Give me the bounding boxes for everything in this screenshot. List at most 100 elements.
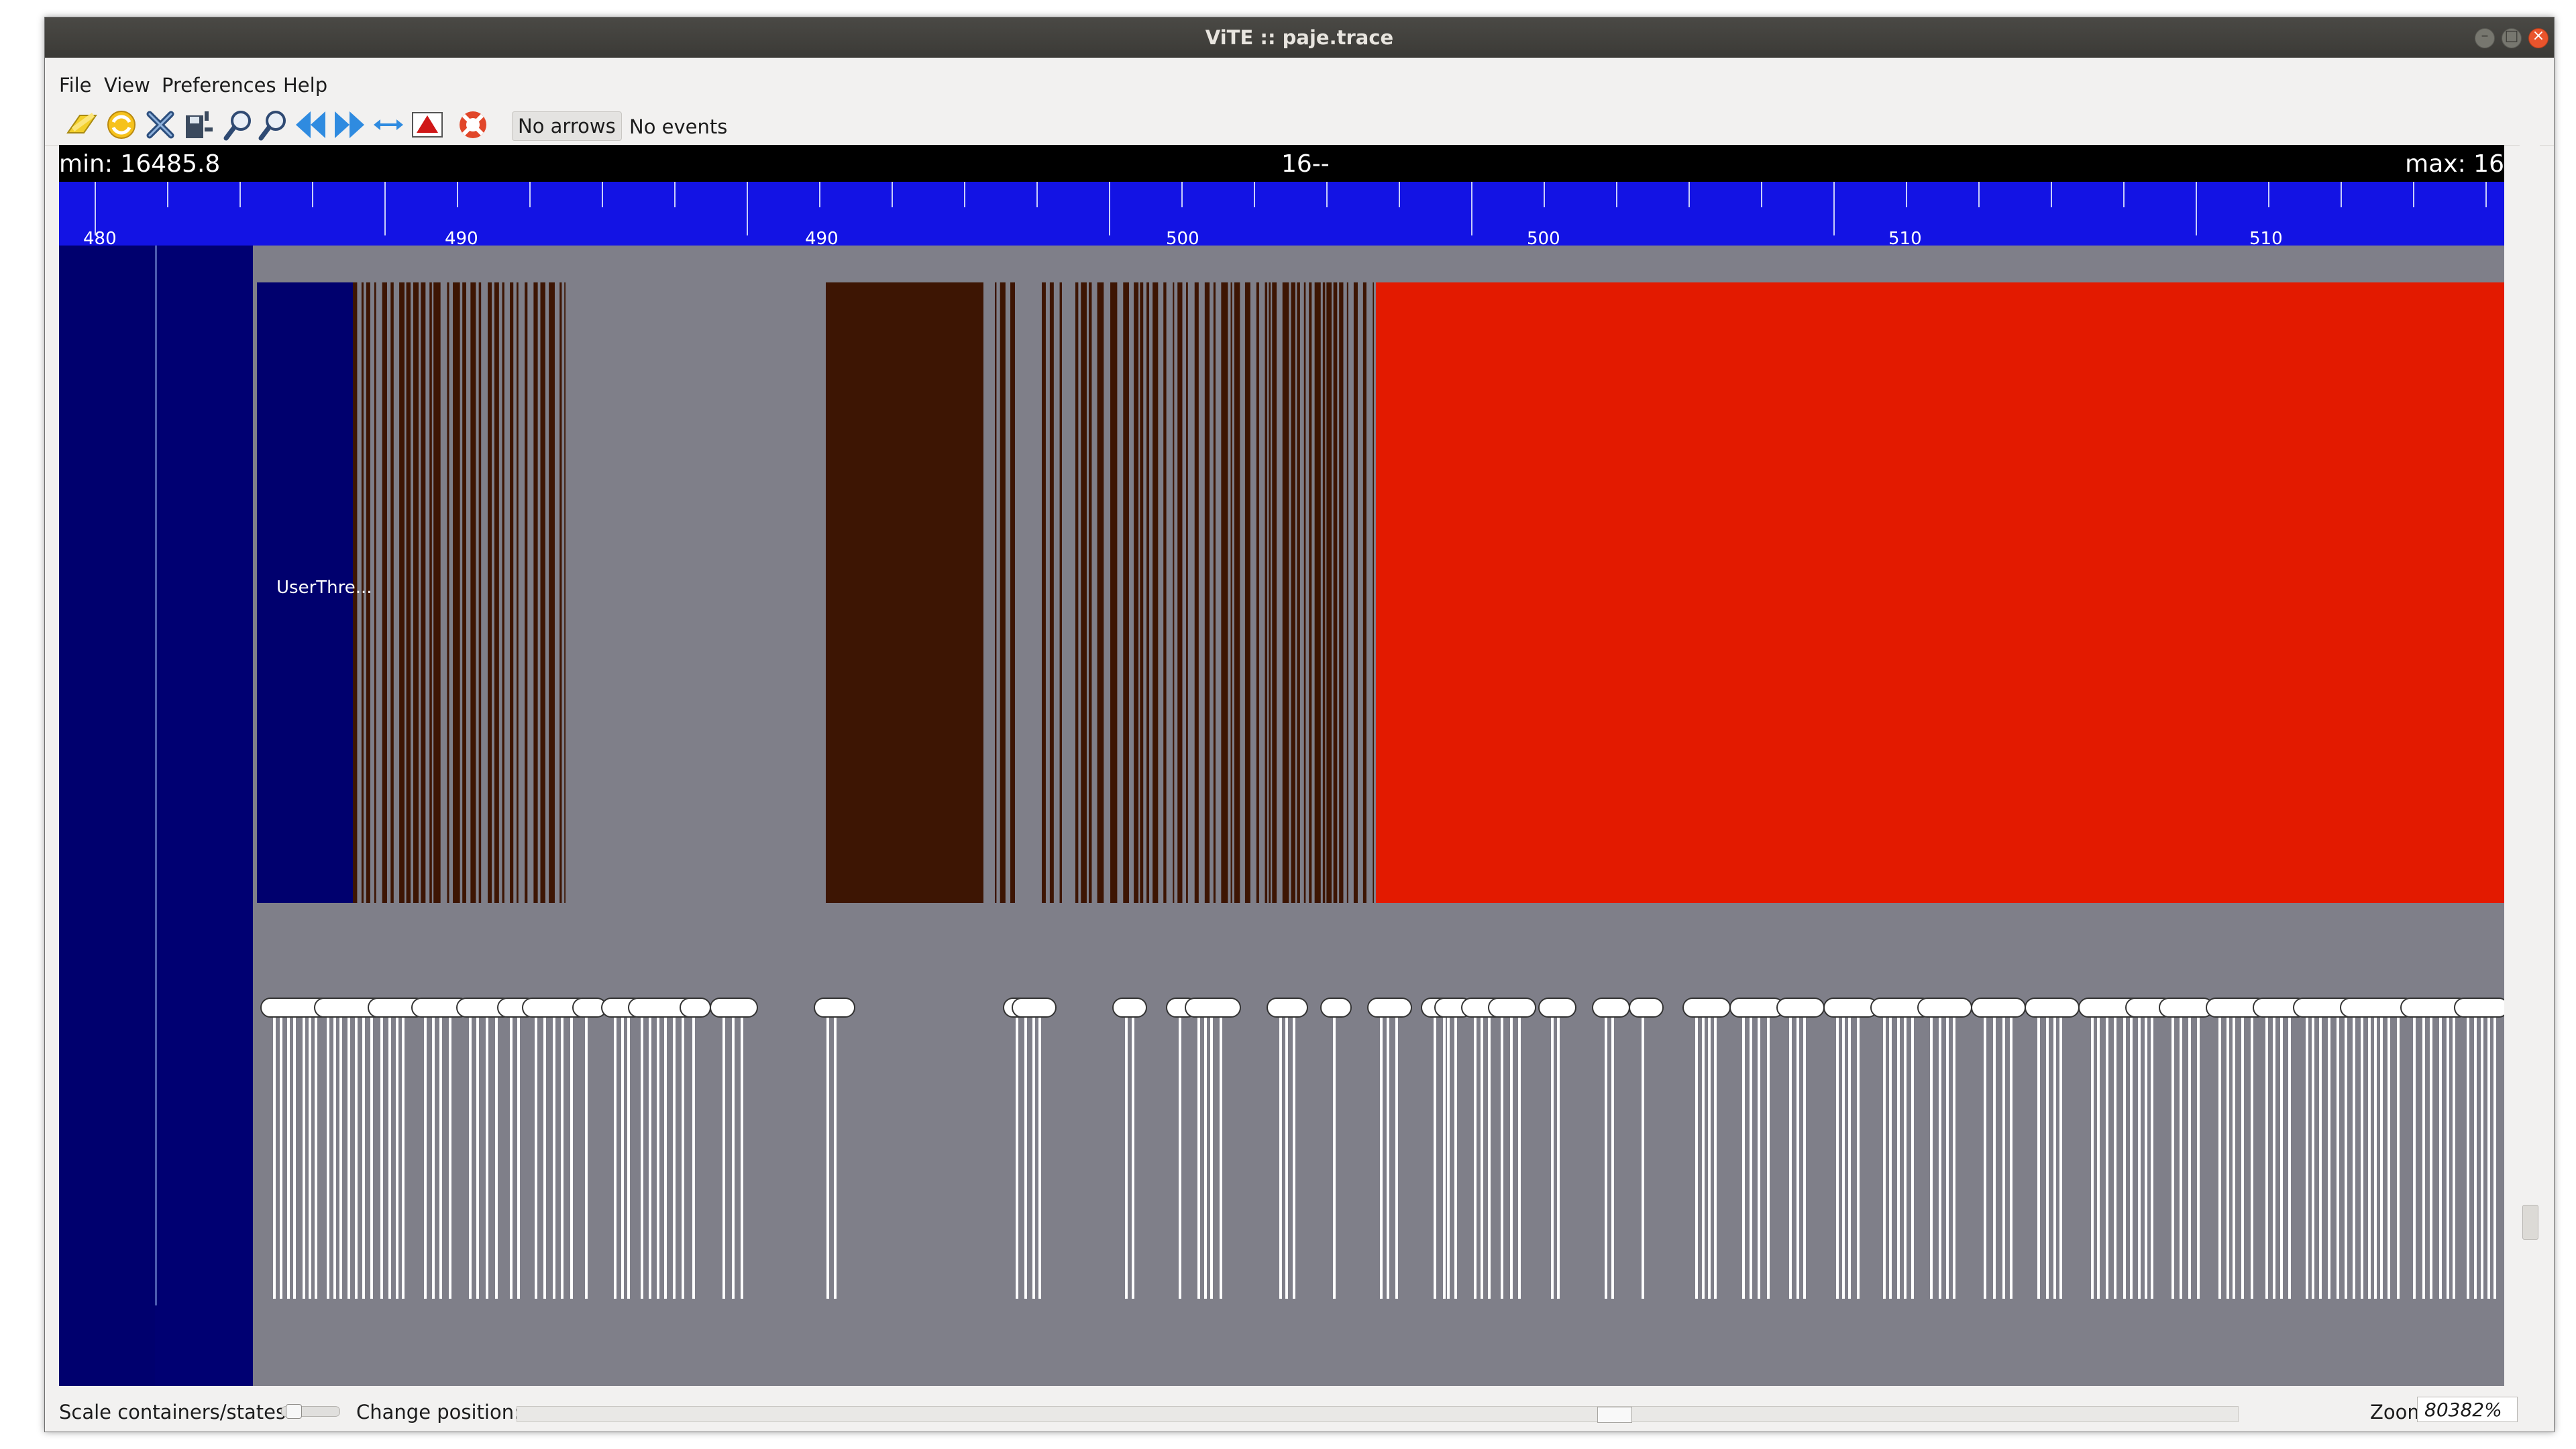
event-line [649, 1017, 651, 1299]
event-marker [710, 998, 758, 1018]
reload-button[interactable] [104, 107, 139, 142]
event-line [1501, 1017, 1503, 1299]
event-line [1767, 1017, 1770, 1299]
event-line [1032, 1017, 1035, 1299]
window-title: ViTE :: paje.trace [1205, 26, 1394, 49]
maximize-icon: □ [2504, 28, 2519, 44]
state-bar [1213, 282, 1216, 903]
event-marker [1776, 998, 1825, 1018]
menu-bar: File View Preferences Help [45, 58, 2554, 97]
help-button[interactable] [455, 107, 490, 142]
event-line [1220, 1017, 1222, 1299]
event-line [614, 1017, 616, 1299]
state-bar [406, 282, 411, 903]
position-scrollbar[interactable] [517, 1406, 2239, 1423]
state-bar [510, 282, 514, 903]
event-marker [1488, 998, 1536, 1018]
ruler-label: 500 [1527, 229, 1560, 249]
event-line [2241, 1017, 2244, 1299]
scale-slider-knob[interactable] [286, 1404, 302, 1419]
state-bar [1282, 282, 1289, 903]
state-bar [1244, 282, 1250, 903]
event-line [2353, 1017, 2355, 1299]
zoom-value-field[interactable]: 80382% [2417, 1397, 2518, 1422]
state-bar [1353, 282, 1358, 903]
event-line [1447, 1017, 1450, 1299]
event-line [1702, 1017, 1705, 1299]
event-line [1611, 1017, 1614, 1299]
event-line [1024, 1017, 1027, 1299]
event-line [1848, 1017, 1851, 1299]
title-bar: ViTE :: paje.trace – □ × [45, 17, 2554, 58]
state-bar [533, 282, 538, 903]
event-line [370, 1017, 373, 1299]
arrows-toggle-button[interactable]: No arrows [512, 111, 622, 141]
minimize-button[interactable]: – [2475, 28, 2495, 48]
event-line [2453, 1017, 2455, 1299]
scale-slider[interactable] [281, 1404, 340, 1419]
state-bar [1326, 282, 1332, 903]
event-line [570, 1017, 573, 1299]
container-tree[interactable] [59, 246, 253, 1386]
state-bar [494, 282, 499, 903]
event-line [2467, 1017, 2469, 1299]
event-line [1714, 1017, 1717, 1299]
state-bar [502, 282, 504, 903]
event-line [2380, 1017, 2383, 1299]
event-line [510, 1017, 513, 1299]
triangle-icon [412, 112, 443, 138]
event-line [380, 1017, 383, 1299]
event-line [347, 1017, 350, 1299]
state-bar [1314, 282, 1321, 903]
state-label: UserThre... [276, 578, 372, 598]
vertical-scroll-thumb[interactable] [2522, 1205, 2538, 1240]
event-marker [1538, 998, 1576, 1018]
event-line [1204, 1017, 1207, 1299]
container-root[interactable] [59, 246, 155, 1386]
event-line [2413, 1017, 2416, 1299]
event-line [2312, 1017, 2314, 1299]
zoom-in-button[interactable] [221, 107, 256, 142]
event-line [2197, 1017, 2200, 1299]
trace-canvas[interactable]: min: 16485.8 16-- max: 16 480 490 490 50… [59, 145, 2504, 1386]
state-bar [1234, 282, 1240, 903]
ruler-label: 500 [1166, 229, 1199, 249]
event-marker [1917, 998, 1972, 1018]
event-line [2345, 1017, 2347, 1299]
vertical-scrollbar[interactable] [2520, 145, 2540, 1386]
state-bar [1204, 282, 1210, 903]
event-line [1387, 1017, 1389, 1299]
event-line [1285, 1017, 1288, 1299]
event-line [1293, 1017, 1295, 1299]
close-trace-button[interactable] [143, 107, 178, 142]
event-row[interactable] [253, 997, 2504, 1319]
event-line [1518, 1017, 1521, 1299]
event-line [1551, 1017, 1554, 1299]
event-line [1434, 1017, 1436, 1299]
state-bar [1123, 282, 1130, 903]
events-toggle-label[interactable]: No events [629, 115, 727, 138]
previous-button[interactable] [293, 107, 328, 142]
event-line [339, 1017, 342, 1299]
event-line [315, 1017, 317, 1299]
zoom-out-button[interactable] [256, 107, 290, 142]
export-button[interactable] [182, 107, 217, 142]
event-line [2474, 1017, 2477, 1299]
fit-button[interactable] [371, 107, 406, 142]
state-bar [1186, 282, 1188, 903]
event-marker [1367, 998, 1412, 1018]
next-button[interactable] [332, 107, 367, 142]
event-line [1642, 1017, 1644, 1299]
position-scroll-thumb[interactable] [1597, 1407, 1632, 1423]
toolbar: No arrows No events [45, 89, 2554, 146]
event-line [309, 1017, 311, 1299]
event-line [388, 1017, 391, 1299]
close-button[interactable]: × [2528, 28, 2548, 48]
state-row-userthread[interactable]: UserThre... [257, 282, 2504, 903]
maximize-button[interactable]: □ [2502, 28, 2522, 48]
triangle-button[interactable] [410, 107, 445, 142]
open-button[interactable] [65, 107, 100, 142]
state-bar [470, 282, 476, 903]
event-line [553, 1017, 555, 1299]
state-bar [447, 282, 449, 903]
